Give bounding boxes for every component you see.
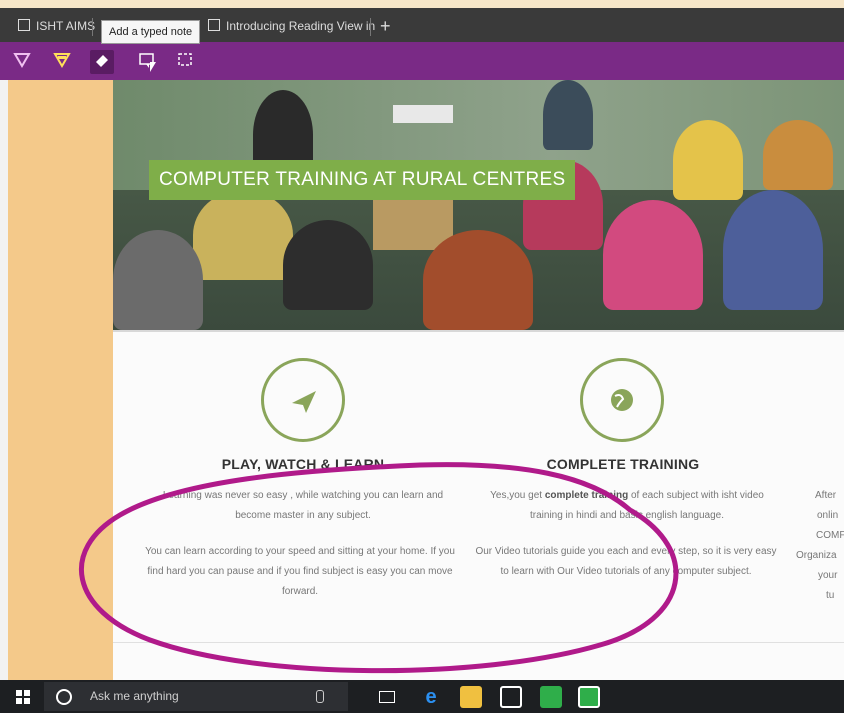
- camtasia-icon[interactable]: [540, 686, 562, 708]
- clip-icon[interactable]: [173, 50, 197, 74]
- tab-isht-aims[interactable]: ISHT AIMS: [8, 14, 96, 38]
- cortana-icon: [56, 689, 72, 705]
- tooltip: Add a typed note: [101, 20, 201, 44]
- store-icon[interactable]: [500, 686, 522, 708]
- tab-separator: [370, 18, 371, 36]
- taskbar: Ask me anything e: [0, 680, 844, 713]
- pen-icon[interactable]: [10, 50, 34, 74]
- camtasia-recorder-icon[interactable]: [578, 686, 600, 708]
- task-view-icon[interactable]: [376, 684, 398, 709]
- screen: ISHT AIMS Introducing Reading View in + …: [0, 0, 844, 713]
- page-icon: [208, 19, 220, 31]
- ink-annotation: [79, 462, 679, 674]
- page-icon: [18, 19, 30, 31]
- tab-separator: [92, 18, 93, 36]
- new-tab-button[interactable]: +: [380, 14, 391, 38]
- web-page: COMPUTER TRAINING AT RURAL CENTRES PLAY,…: [0, 80, 844, 680]
- search-placeholder: Ask me anything: [90, 689, 179, 703]
- inking-toolbar: [0, 42, 844, 80]
- file-explorer-icon[interactable]: [460, 686, 482, 708]
- eraser-icon[interactable]: [90, 50, 114, 74]
- mouse-cursor-icon: [150, 62, 156, 72]
- edge-icon[interactable]: e: [420, 686, 442, 708]
- windows-start-icon[interactable]: [16, 684, 30, 709]
- microphone-icon[interactable]: [316, 690, 324, 703]
- highlighter-icon[interactable]: [50, 50, 74, 74]
- tab-reading-view[interactable]: Introducing Reading View in: [198, 14, 378, 38]
- search-box[interactable]: Ask me anything: [44, 682, 348, 711]
